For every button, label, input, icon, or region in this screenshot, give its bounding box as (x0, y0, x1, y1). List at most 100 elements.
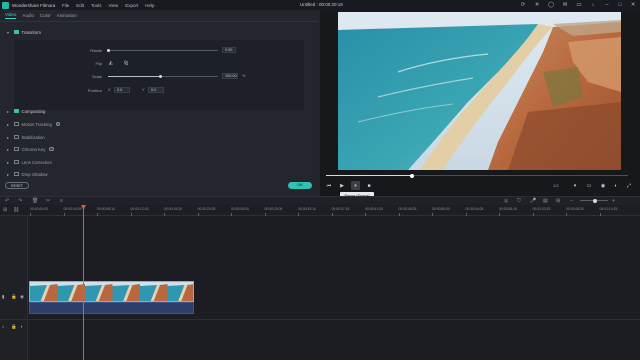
play-icon[interactable]: ▶ (339, 183, 345, 189)
snapshot-icon[interactable]: ◉ (600, 183, 606, 189)
chevron-right-icon[interactable]: ▸ (7, 147, 12, 152)
ok-button[interactable]: OK (288, 182, 312, 189)
ruler-tick-label: 00:00:08:10 (97, 207, 115, 211)
delete-icon[interactable]: 🗑 (32, 198, 38, 204)
account-icon[interactable]: ◯ (548, 2, 554, 8)
section-chroma-key[interactable]: ▸ Chroma Key ? (0, 144, 318, 154)
chevron-down-icon[interactable]: ▾ (7, 30, 12, 35)
menu-file[interactable]: File (62, 3, 69, 8)
stop-icon[interactable]: ■ (366, 183, 372, 189)
cut-icon[interactable]: ✂ (46, 198, 50, 204)
voiceover-icon[interactable]: 🎤 (530, 198, 536, 204)
lock-icon[interactable]: 🔒 (11, 294, 17, 300)
stabilization-checkbox[interactable] (14, 134, 19, 140)
volume-icon[interactable]: ◐ (613, 183, 619, 189)
audio-mixer-icon[interactable]: ▤ (543, 198, 548, 204)
fullscreen-icon[interactable]: ⤢ (626, 183, 632, 189)
playback-scrubber-knob[interactable] (410, 173, 415, 178)
ruler-tick-label: 00:00:16:20 (164, 207, 182, 211)
render-preview-icon[interactable]: ◎ (504, 198, 508, 204)
pause-icon[interactable]: ⏸ (353, 183, 359, 189)
tab-audio[interactable]: Audio (22, 13, 34, 18)
speaker-icon[interactable]: ◖ (20, 324, 23, 329)
marker-icon[interactable]: ⛉ (517, 198, 521, 204)
zoom-in-icon[interactable]: + (612, 198, 615, 204)
step-back-icon[interactable]: ⏮ (326, 183, 332, 189)
scale-value-field[interactable]: 100.00 (222, 73, 238, 79)
maximize-icon[interactable]: □ (617, 2, 623, 8)
render-icon[interactable]: ▭ (586, 183, 592, 189)
clip-thumbnail-frame (140, 282, 168, 301)
redo-icon[interactable]: ↷ (18, 198, 22, 204)
chroma-key-checkbox[interactable] (14, 146, 19, 152)
app-name: Wondershare Filmora (12, 2, 56, 8)
eye-icon[interactable]: ◉ (20, 294, 24, 300)
motion-tracking-checkbox[interactable] (14, 121, 19, 127)
section-drop-shadow[interactable]: ▸ Drop Shadow (0, 169, 318, 179)
link-icon[interactable]: ⛓ (13, 207, 19, 213)
dropdown-icon[interactable]: ▾ (572, 183, 578, 189)
tab-animation[interactable]: Animation (57, 13, 77, 18)
edit-panel: Video Audio Color Animation ▾ Transform … (0, 10, 318, 196)
section-motion-tracking[interactable]: ▸ Motion Tracking ? (0, 119, 318, 129)
add-track-icon[interactable]: ⊞ (3, 207, 7, 213)
chevron-right-icon[interactable]: ▸ (7, 109, 12, 114)
flip-vertical-icon[interactable]: ⧎ (124, 60, 128, 66)
undo-icon[interactable]: ↶ (5, 198, 9, 204)
section-compositing[interactable]: ▸ Compositing (0, 106, 318, 116)
chroma-key-label: Chroma Key (21, 146, 46, 152)
scale-slider-knob[interactable] (159, 75, 163, 78)
video-clip[interactable] (29, 281, 194, 302)
section-lens-correction[interactable]: ▸ Lens Correction (0, 157, 318, 167)
close-icon[interactable]: ✕ (630, 2, 636, 8)
transform-checkbox[interactable] (14, 29, 19, 35)
clip-audio-waveform[interactable] (29, 302, 194, 314)
ruler-tick-label: 00:00:41:20 (365, 207, 383, 211)
position-x-field[interactable]: 0.0 (114, 87, 130, 93)
adjust-icon[interactable]: ≡ (60, 198, 63, 204)
section-stabilization[interactable]: ▸ Stabilization (0, 132, 318, 142)
tab-video[interactable]: Video (5, 12, 17, 19)
position-y-field[interactable]: 0.0 (148, 87, 164, 93)
zoom-out-icon[interactable]: − (570, 198, 573, 204)
flip-horizontal-icon[interactable]: ◭ (109, 60, 113, 66)
lightbulb-icon[interactable]: ☀ (534, 2, 540, 8)
menu-export[interactable]: Export (125, 3, 138, 8)
chevron-right-icon[interactable]: ▸ (7, 160, 12, 165)
rotate-value-field[interactable]: 0.00 (222, 47, 236, 53)
chevron-right-icon[interactable]: ▸ (7, 172, 12, 177)
menu-view[interactable]: View (109, 3, 119, 8)
audio-track-icon: ♪ (2, 324, 5, 329)
tab-color[interactable]: Color (40, 13, 51, 18)
drop-shadow-checkbox[interactable] (14, 171, 19, 177)
menu-help[interactable]: Help (145, 3, 154, 8)
menu-edit[interactable]: Edit (76, 3, 84, 8)
clip-thumbnail-frame (30, 282, 58, 301)
section-transform[interactable]: ▾ Transform (0, 27, 318, 37)
mail-icon[interactable]: ✉ (562, 2, 568, 8)
info-icon[interactable]: ? (55, 121, 61, 127)
menu-tools[interactable]: Tools (91, 3, 102, 8)
ruler-tick-label: 00:00:29:05 (264, 207, 283, 211)
save-icon[interactable]: ▭ (576, 2, 582, 8)
rotate-slider-knob[interactable] (107, 49, 110, 52)
motion-tracking-label: Motion Tracking (21, 121, 52, 127)
timeline-zoom-knob[interactable] (593, 198, 597, 203)
chevron-right-icon[interactable]: ▸ (7, 135, 12, 140)
playhead[interactable] (83, 205, 84, 360)
split-screen-icon[interactable]: ⊞ (556, 198, 560, 204)
reset-button[interactable]: RESET (5, 182, 29, 189)
chevron-right-icon[interactable]: ▸ (7, 122, 12, 127)
scale-slider-fill (108, 76, 161, 77)
video-preview[interactable] (338, 12, 621, 170)
ruler-tick-label: 00:00:37:15 (331, 207, 350, 211)
info-icon[interactable]: ? (49, 146, 54, 152)
compositing-checkbox[interactable] (14, 108, 19, 114)
sync-icon[interactable]: ⟳ (520, 2, 526, 8)
playback-quality[interactable]: 1/2 (553, 183, 559, 188)
minimize-icon[interactable]: – (604, 2, 610, 8)
rotate-slider[interactable] (108, 50, 218, 51)
download-icon[interactable]: ↓ (590, 2, 596, 8)
lens-correction-checkbox[interactable] (14, 159, 19, 165)
lock-icon[interactable]: 🔒 (11, 324, 17, 330)
